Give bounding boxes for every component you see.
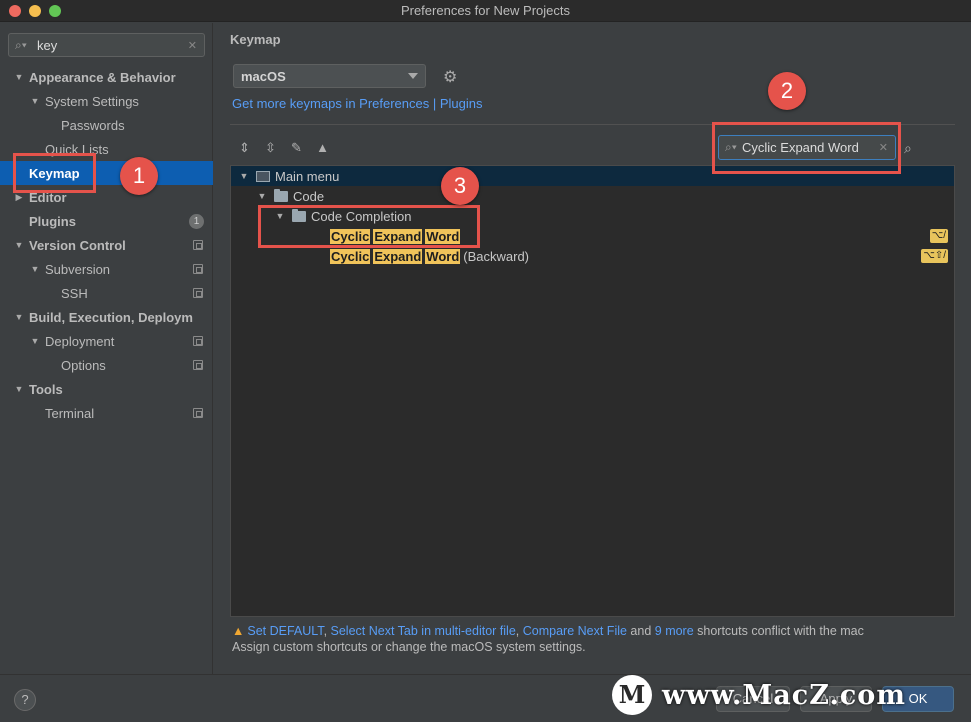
folder-icon <box>274 188 288 202</box>
tree-item-label: Terminal <box>45 405 95 421</box>
tree-item-build-execution-deployment[interactable]: ▼ Build, Execution, Deploym <box>0 305 213 329</box>
project-scope-icon <box>193 408 203 418</box>
edit-pencil-icon[interactable]: ✎ <box>288 139 305 156</box>
settings-tree: ▼ Appearance & Behavior ▼ System Setting… <box>0 65 213 425</box>
dropdown-arrow-icon <box>408 73 418 79</box>
tree-item-ssh[interactable]: SSH <box>0 281 213 305</box>
annotation-box-keymap <box>13 153 96 193</box>
project-scope-icon <box>193 336 203 346</box>
keymap-toolbar: ⇕ ⇳ ✎ ▲ <box>236 139 331 156</box>
window-title: Preferences for New Projects <box>400 3 571 18</box>
tree-item-appearance-behavior[interactable]: ▼ Appearance & Behavior <box>0 65 213 89</box>
shortcut-badge: ⌥/ <box>929 229 948 243</box>
tree-item-subversion[interactable]: ▼ Subversion <box>0 257 213 281</box>
search-match-highlight: Word <box>425 248 461 264</box>
tree-node-label: Code <box>293 188 325 204</box>
tree-node-label: Main menu <box>275 168 340 184</box>
get-more-keymaps-link[interactable]: Get more keymaps in Preferences | Plugin… <box>232 96 483 111</box>
tree-item-label: Options <box>61 357 106 373</box>
shortcut-badge: ⌥⇧/ <box>921 249 948 263</box>
watermark: M www.MacZ.com <box>612 672 962 718</box>
tree-node-code[interactable]: ▼ Code <box>231 186 954 206</box>
conflict-warning: ▲ Set DEFAULT, Select Next Tab in multi-e… <box>232 623 957 655</box>
keymap-panel: Keymap macOS ⚙ Get more keymaps in Prefe… <box>214 23 971 674</box>
action-cyclic-expand-word-backward[interactable]: Cyclic Expand Word (Backward) ⌥⇧/ <box>231 246 954 266</box>
tree-item-label: SSH <box>61 285 88 301</box>
tree-item-label: Plugins <box>29 213 76 229</box>
tree-item-label: Deployment <box>45 333 115 349</box>
tree-item-version-control[interactable]: ▼ Version Control <box>0 233 213 257</box>
project-scope-icon <box>193 288 203 298</box>
chevron-down-icon[interactable]: ▼ <box>12 384 26 394</box>
project-scope-icon <box>193 360 203 370</box>
tree-item-options[interactable]: Options <box>0 353 213 377</box>
watermark-text: www.MacZ.com <box>662 679 906 711</box>
keymap-scheme-value: macOS <box>241 68 286 84</box>
settings-sidebar: ⌕▾ key ✕ ▼ Appearance & Behavior ▼ Syste… <box>0 23 213 674</box>
clear-search-icon[interactable]: ✕ <box>188 39 197 52</box>
tree-item-deployment[interactable]: ▼ Deployment <box>0 329 213 353</box>
keymap-scheme-select[interactable]: macOS <box>233 64 426 88</box>
chevron-down-icon[interactable]: ▼ <box>255 191 269 201</box>
conflict-link[interactable]: Select Next Tab in multi-editor file <box>331 624 516 638</box>
project-scope-icon <box>193 264 203 274</box>
more-conflicts-link[interactable]: 9 more <box>655 624 694 638</box>
annotation-step-3: 3 <box>441 167 479 205</box>
tree-item-label: Appearance & Behavior <box>29 69 176 85</box>
action-suffix: (Backward) <box>463 248 530 264</box>
tree-item-label: Tools <box>29 381 63 397</box>
annotation-step-2: 2 <box>768 72 806 110</box>
chevron-right-icon[interactable]: ▶ <box>12 192 26 203</box>
help-button[interactable]: ? <box>14 689 36 711</box>
update-count-badge: 1 <box>189 214 204 229</box>
chevron-down-icon[interactable]: ▼ <box>12 312 26 322</box>
expand-all-icon[interactable]: ⇕ <box>236 139 253 156</box>
settings-search-value[interactable]: key <box>37 38 188 53</box>
annotation-step-1: 1 <box>120 157 158 195</box>
conflict-link[interactable]: Set DEFAULT <box>247 624 323 638</box>
search-icon: ⌕▾ <box>15 38 27 52</box>
search-match-highlight: Expand <box>373 248 423 264</box>
close-window-button[interactable] <box>9 5 21 17</box>
tree-item-label: Passwords <box>61 117 125 133</box>
warning-text: shortcuts conflict with the mac <box>693 624 864 638</box>
tree-item-plugins[interactable]: Plugins 1 <box>0 209 213 233</box>
collapse-all-icon[interactable]: ⇳ <box>262 139 279 156</box>
project-scope-icon <box>193 240 203 250</box>
tree-item-passwords[interactable]: Passwords <box>0 113 213 137</box>
minimize-window-button[interactable] <box>29 5 41 17</box>
find-by-shortcut-icon[interactable]: ⌕ <box>904 140 912 157</box>
gear-icon[interactable]: ⚙ <box>443 67 457 87</box>
chevron-down-icon[interactable]: ▼ <box>28 264 42 274</box>
tree-item-label: Subversion <box>45 261 111 277</box>
maximize-window-button[interactable] <box>49 5 61 17</box>
menu-icon <box>256 170 270 182</box>
watermark-logo: M <box>612 675 652 715</box>
annotation-box-search <box>712 122 901 174</box>
tree-item-terminal[interactable]: Terminal <box>0 401 213 425</box>
tree-item-tools[interactable]: ▼ Tools <box>0 377 213 401</box>
warning-filter-icon[interactable]: ▲ <box>314 139 331 156</box>
chevron-down-icon[interactable]: ▼ <box>12 240 26 250</box>
search-match-highlight: Cyclic <box>330 248 371 264</box>
title-bar: Preferences for New Projects <box>0 0 971 22</box>
tree-item-label: Version Control <box>29 237 126 253</box>
chevron-down-icon[interactable]: ▼ <box>28 96 42 106</box>
window-controls <box>9 5 61 17</box>
page-title: Keymap <box>230 32 281 47</box>
chevron-down-icon[interactable]: ▼ <box>28 336 42 346</box>
tree-item-label: Build, Execution, Deploym <box>29 309 193 325</box>
tree-item-system-settings[interactable]: ▼ System Settings <box>0 89 213 113</box>
chevron-down-icon[interactable]: ▼ <box>237 171 251 181</box>
warning-icon: ▲ <box>232 624 245 638</box>
annotation-box-action <box>258 205 480 248</box>
warning-hint: Assign custom shortcuts or change the ma… <box>232 640 586 654</box>
chevron-down-icon[interactable]: ▼ <box>12 72 26 82</box>
conflict-link[interactable]: Compare Next File <box>523 624 627 638</box>
settings-search-field[interactable]: ⌕▾ key ✕ <box>8 33 205 57</box>
tree-item-label: System Settings <box>45 93 139 109</box>
